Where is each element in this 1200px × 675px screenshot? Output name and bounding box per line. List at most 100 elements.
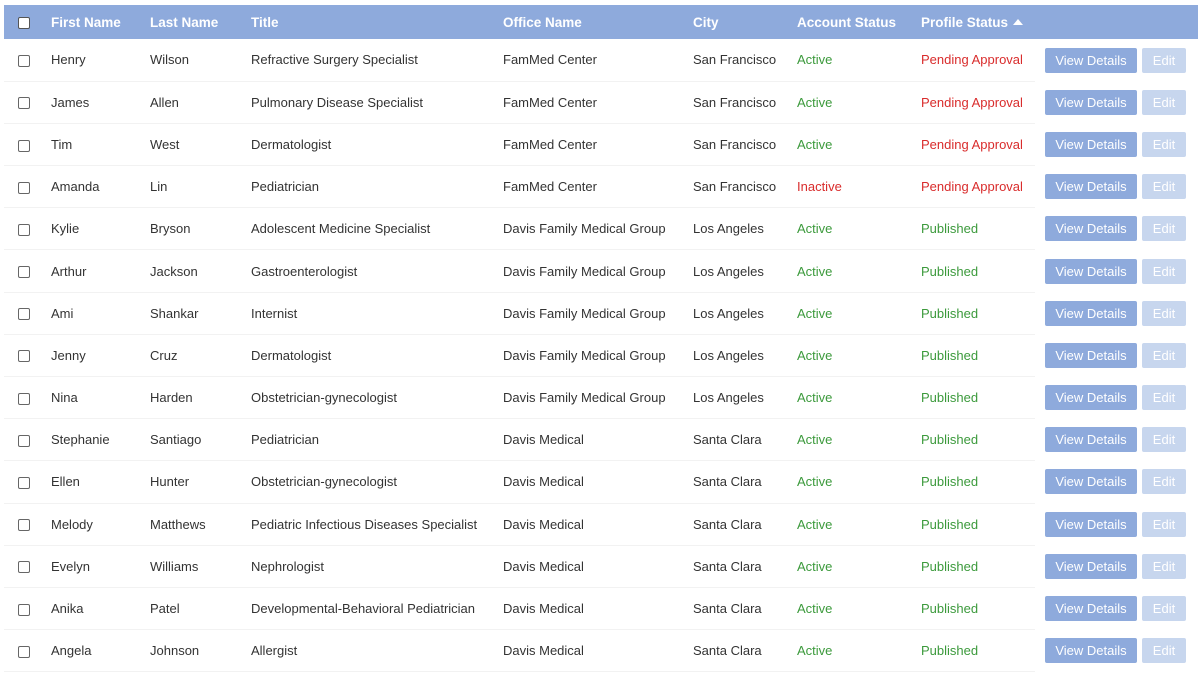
row-checkbox[interactable] bbox=[18, 603, 30, 616]
select-all-cell bbox=[4, 5, 43, 39]
cell-title: Refractive Surgery Specialist bbox=[243, 39, 495, 82]
row-checkbox[interactable] bbox=[18, 645, 30, 658]
cell-actions: View Details Edit bbox=[1035, 503, 1198, 545]
row-checkbox[interactable] bbox=[18, 561, 30, 574]
cell-account-status: Active bbox=[789, 503, 913, 546]
view-details-button[interactable]: View Details bbox=[1045, 596, 1137, 622]
edit-button[interactable]: Edit bbox=[1142, 385, 1186, 411]
edit-button[interactable]: Edit bbox=[1142, 638, 1186, 664]
view-details-button[interactable]: View Details bbox=[1045, 300, 1137, 326]
cell-actions: View Details Edit bbox=[1035, 334, 1198, 376]
cell-title: Pediatrician bbox=[243, 165, 495, 209]
cell-last-name: Shankar bbox=[142, 292, 243, 335]
cell-city: Santa Clara bbox=[685, 503, 789, 546]
header-city[interactable]: City bbox=[685, 5, 789, 39]
header-profile-status[interactable]: Profile Status bbox=[913, 5, 1035, 39]
edit-button[interactable]: Edit bbox=[1142, 47, 1186, 73]
cell-first-name: Evelyn bbox=[43, 545, 142, 588]
cell-city: Santa Clara bbox=[685, 418, 789, 462]
cell-account-status: Active bbox=[789, 334, 913, 378]
view-details-button[interactable]: View Details bbox=[1045, 469, 1137, 495]
edit-button[interactable]: Edit bbox=[1142, 469, 1186, 495]
cell-title: Nephrologist bbox=[243, 545, 495, 588]
edit-button[interactable]: Edit bbox=[1142, 89, 1186, 115]
cell-actions: View Details Edit bbox=[1035, 81, 1198, 123]
table-header-row: First Name Last Name Title Office Name C… bbox=[4, 5, 1198, 39]
view-details-button[interactable]: View Details bbox=[1045, 342, 1137, 368]
view-details-button[interactable]: View Details bbox=[1045, 216, 1137, 242]
edit-button[interactable]: Edit bbox=[1142, 131, 1186, 157]
row-checkbox[interactable] bbox=[18, 139, 30, 152]
edit-button[interactable]: Edit bbox=[1142, 427, 1186, 453]
edit-button[interactable]: Edit bbox=[1142, 216, 1186, 242]
header-title[interactable]: Title bbox=[243, 5, 495, 39]
row-checkbox[interactable] bbox=[18, 181, 30, 194]
row-checkbox[interactable] bbox=[18, 308, 30, 321]
table-row: James Allen Pulmonary Disease Specialist Fa… bbox=[4, 81, 1198, 124]
row-checkbox[interactable] bbox=[18, 54, 30, 67]
view-details-button[interactable]: View Details bbox=[1045, 131, 1137, 157]
header-actions bbox=[1035, 5, 1198, 39]
view-details-button[interactable]: View Details bbox=[1045, 385, 1137, 411]
table-row: Stephanie Santiago Pediatrician Davis Medic… bbox=[4, 418, 1198, 462]
cell-title: Adolescent Medicine Specialist bbox=[243, 207, 495, 251]
providers-table: First Name Last Name Title Office Name C… bbox=[4, 5, 1198, 673]
row-select-cell bbox=[4, 207, 43, 251]
cell-profile-status: Published bbox=[913, 249, 1035, 293]
edit-button[interactable]: Edit bbox=[1142, 300, 1186, 326]
cell-profile-status: Pending Approval bbox=[913, 123, 1035, 167]
row-checkbox[interactable] bbox=[18, 350, 30, 363]
cell-city: Los Angeles bbox=[685, 334, 789, 378]
cell-actions: View Details Edit bbox=[1035, 250, 1198, 292]
row-checkbox[interactable] bbox=[18, 97, 30, 110]
view-details-button[interactable]: View Details bbox=[1045, 47, 1137, 73]
view-details-button[interactable]: View Details bbox=[1045, 511, 1137, 537]
view-details-button[interactable]: View Details bbox=[1045, 638, 1137, 664]
edit-button[interactable]: Edit bbox=[1142, 342, 1186, 368]
cell-city: Santa Clara bbox=[685, 587, 789, 631]
cell-profile-status: Published bbox=[913, 207, 1035, 251]
cell-first-name: Nina bbox=[43, 376, 142, 420]
cell-first-name: Ami bbox=[43, 292, 142, 335]
row-checkbox[interactable] bbox=[18, 223, 30, 236]
view-details-button[interactable]: View Details bbox=[1045, 174, 1137, 200]
row-checkbox[interactable] bbox=[18, 434, 30, 447]
row-select-cell bbox=[4, 587, 43, 631]
row-select-cell bbox=[4, 81, 43, 124]
cell-title: Gastroenterologist bbox=[243, 249, 495, 293]
view-details-button[interactable]: View Details bbox=[1045, 89, 1137, 115]
row-checkbox[interactable] bbox=[18, 519, 30, 532]
edit-button[interactable]: Edit bbox=[1142, 511, 1186, 537]
cell-account-status: Active bbox=[789, 207, 913, 251]
header-last-name[interactable]: Last Name bbox=[142, 5, 243, 39]
row-checkbox[interactable] bbox=[18, 477, 30, 490]
cell-actions: View Details Edit bbox=[1035, 377, 1198, 419]
cell-profile-status: Pending Approval bbox=[913, 81, 1035, 124]
view-details-button[interactable]: View Details bbox=[1045, 258, 1137, 284]
cell-actions: View Details Edit bbox=[1035, 39, 1198, 81]
edit-button[interactable]: Edit bbox=[1142, 174, 1186, 200]
cell-profile-status: Pending Approval bbox=[913, 39, 1035, 82]
sort-asc-icon[interactable] bbox=[1013, 18, 1024, 25]
cell-profile-status: Published bbox=[913, 418, 1035, 462]
select-all-checkbox[interactable] bbox=[18, 16, 30, 29]
cell-office-name: FamMed Center bbox=[495, 39, 685, 82]
header-office-name[interactable]: Office Name bbox=[495, 5, 685, 39]
row-checkbox[interactable] bbox=[18, 266, 30, 279]
cell-profile-status: Published bbox=[913, 629, 1035, 673]
view-details-button[interactable]: View Details bbox=[1045, 553, 1137, 579]
cell-actions: View Details Edit bbox=[1035, 208, 1198, 250]
cell-last-name: Jackson bbox=[142, 249, 243, 293]
row-checkbox[interactable] bbox=[18, 392, 30, 405]
edit-button[interactable]: Edit bbox=[1142, 553, 1186, 579]
row-select-cell bbox=[4, 165, 43, 209]
edit-button[interactable]: Edit bbox=[1142, 596, 1186, 622]
edit-button[interactable]: Edit bbox=[1142, 258, 1186, 284]
cell-profile-status: Published bbox=[913, 334, 1035, 378]
table-row: Melody Matthews Pediatric Infectious Disea… bbox=[4, 503, 1198, 546]
view-details-button[interactable]: View Details bbox=[1045, 427, 1137, 453]
cell-city: Los Angeles bbox=[685, 207, 789, 251]
cell-city: Santa Clara bbox=[685, 460, 789, 504]
header-account-status[interactable]: Account Status bbox=[789, 5, 913, 39]
header-first-name[interactable]: First Name bbox=[43, 5, 142, 39]
